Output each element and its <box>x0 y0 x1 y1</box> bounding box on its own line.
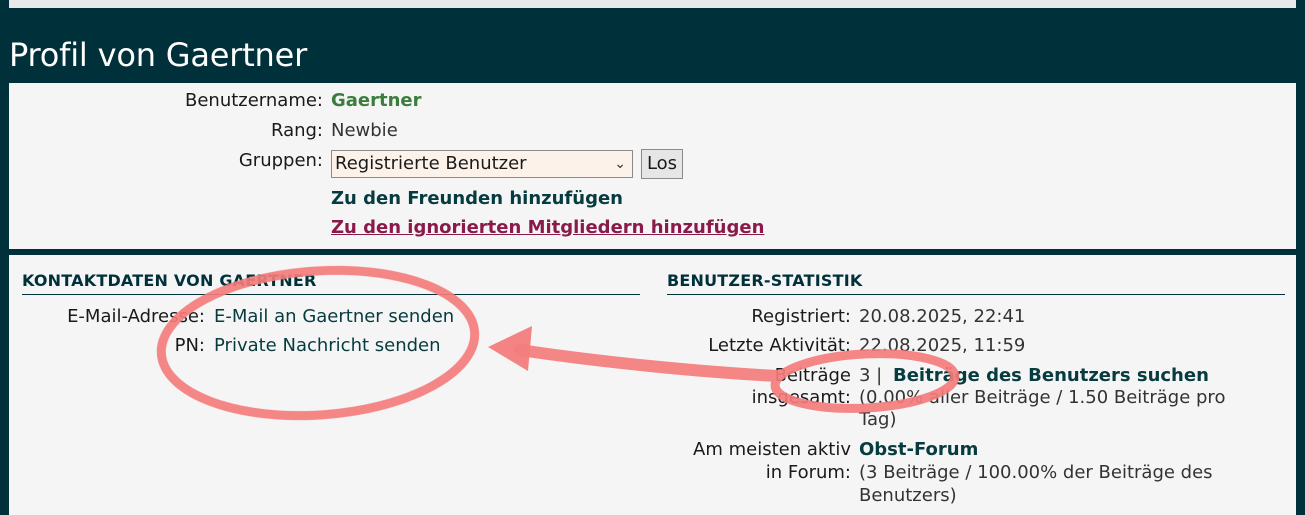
posts-label-line1: Beiträge <box>774 365 851 386</box>
posts-detail-line1: (0.00% aller Beiträge / 1.50 Beiträge pr… <box>859 387 1226 408</box>
registered-label: Registriert: <box>751 306 851 327</box>
add-ignore-text: Zu den ignorierten Mitgliedern hinzufüge… <box>331 217 765 238</box>
most-active-label-line2: in Forum: <box>765 462 851 483</box>
posts-label-line2: insgesamt: <box>751 387 851 408</box>
posts-count: 3 | <box>859 365 883 386</box>
chevron-down-icon: ⌄ <box>614 156 626 172</box>
pm-link[interactable]: Private Nachricht senden <box>214 335 441 357</box>
rank-label: Rang: <box>270 120 323 141</box>
most-active-label-line1: Am meisten aktiv <box>693 439 851 460</box>
email-link[interactable]: E-Mail an Gaertner senden <box>214 306 454 328</box>
rank-value: Newbie <box>331 120 398 141</box>
email-label: E-Mail-Adresse: <box>67 306 205 327</box>
rank-row: Rang: Newbie <box>9 120 809 142</box>
profile-summary-panel: Benutzername: Gaertner Rang: Newbie Grup… <box>9 83 1296 249</box>
username-label: Benutzername: <box>184 90 323 111</box>
add-friend-link[interactable]: Zu den Freunden hinzufügen <box>331 188 623 210</box>
page-title: Profil von Gaertner <box>9 36 308 74</box>
stats-heading: BENUTZER-STATISTIK <box>667 271 1285 295</box>
posts-detail-line2: Tag) <box>859 409 897 430</box>
last-activity-value: 22.08.2025, 11:59 <box>859 335 1026 356</box>
username-value: Gaertner <box>331 90 422 111</box>
contact-heading: KONTAKTDATEN VON GAERTNER <box>22 271 640 295</box>
most-active-detail-line1: (3 Beiträge / 100.00% der Beiträge des <box>859 462 1213 483</box>
profile-details-panel: KONTAKTDATEN VON GAERTNER E-Mail-Adresse… <box>9 255 1296 515</box>
posts-search-link[interactable]: Beiträge des Benutzers suchen <box>893 365 1209 387</box>
username-row: Benutzername: Gaertner <box>9 90 809 112</box>
groups-select-value: Registrierte Benutzer <box>335 153 527 174</box>
add-friend-text: Zu den Freunden hinzufügen <box>331 188 623 209</box>
most-active-forum-link[interactable]: Obst-Forum <box>859 439 978 461</box>
groups-label: Gruppen: <box>238 150 323 171</box>
go-button[interactable]: Los <box>641 149 683 179</box>
most-active-detail-line2: Benutzers) <box>859 485 957 506</box>
registered-value: 20.08.2025, 22:41 <box>859 306 1026 327</box>
add-ignore-link[interactable]: Zu den ignorierten Mitgliedern hinzufüge… <box>331 217 764 239</box>
top-strip <box>9 0 1296 8</box>
last-activity-label: Letzte Aktivität: <box>708 335 851 356</box>
pm-label: PN: <box>174 335 205 356</box>
groups-select[interactable]: Registrierte Benutzer ⌄ <box>331 150 633 178</box>
